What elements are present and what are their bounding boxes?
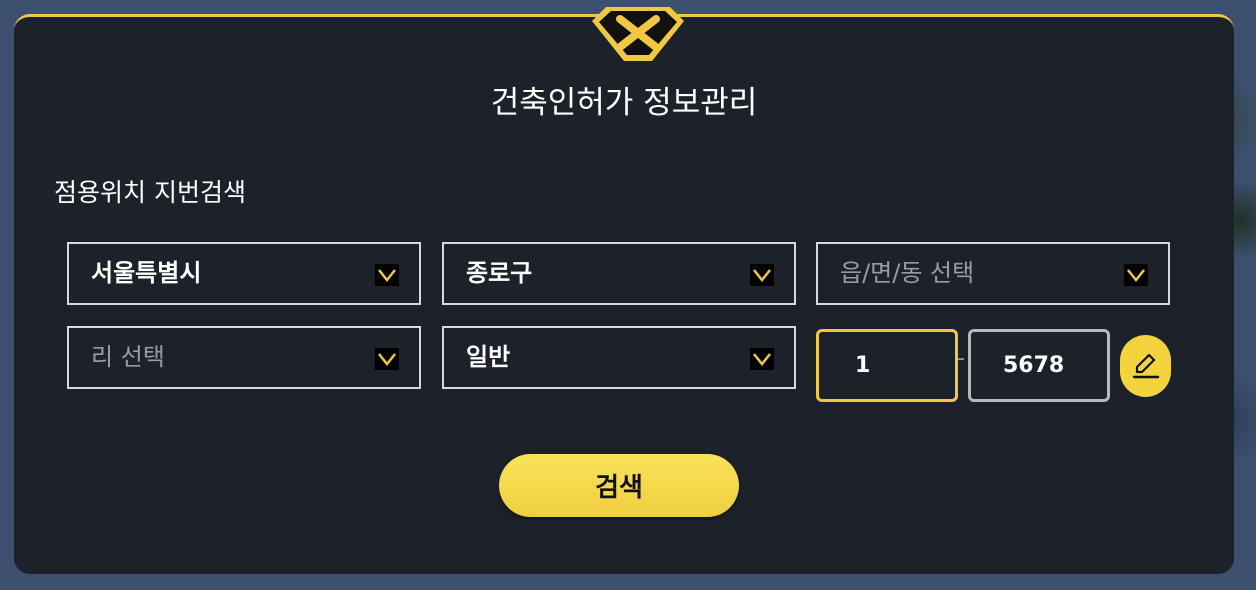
chevron-down-icon [750,264,774,286]
eupmyeondong-select-value: 읍/면/동 선택 [840,259,975,287]
ri-select[interactable]: 리 선택 [67,326,421,389]
close-icon [592,7,684,61]
sub-lot-number-input[interactable] [968,329,1110,402]
sido-select-value: 서울특별시 [91,259,202,287]
land-type-select-value: 일반 [466,343,511,371]
chevron-down-icon [375,264,399,286]
land-type-select[interactable]: 일반 [442,326,796,389]
sido-select[interactable]: 서울특별시 [67,242,421,305]
lot-number-separator: - [957,346,965,371]
search-button[interactable]: 검색 [499,454,739,517]
main-lot-number-input[interactable] [816,329,958,402]
section-title: 점용위치 지번검색 [54,178,246,207]
chevron-down-icon [750,348,774,370]
sigungu-select[interactable]: 종로구 [442,242,796,305]
page-title: 건축인허가 정보관리 [490,85,758,121]
close-button[interactable] [592,7,684,63]
eupmyeondong-select[interactable]: 읍/면/동 선택 [816,242,1170,305]
sigungu-select-value: 종로구 [466,259,533,287]
building-permit-panel: 건축인허가 정보관리 점용위치 지번검색 서울특별시 종로구 읍/면/동 선택 … [14,7,1234,574]
chevron-down-icon [1124,264,1148,286]
ri-select-value: 리 선택 [91,343,165,371]
edit-button[interactable] [1120,335,1171,397]
chevron-down-icon [375,348,399,370]
pencil-icon [1132,353,1160,379]
